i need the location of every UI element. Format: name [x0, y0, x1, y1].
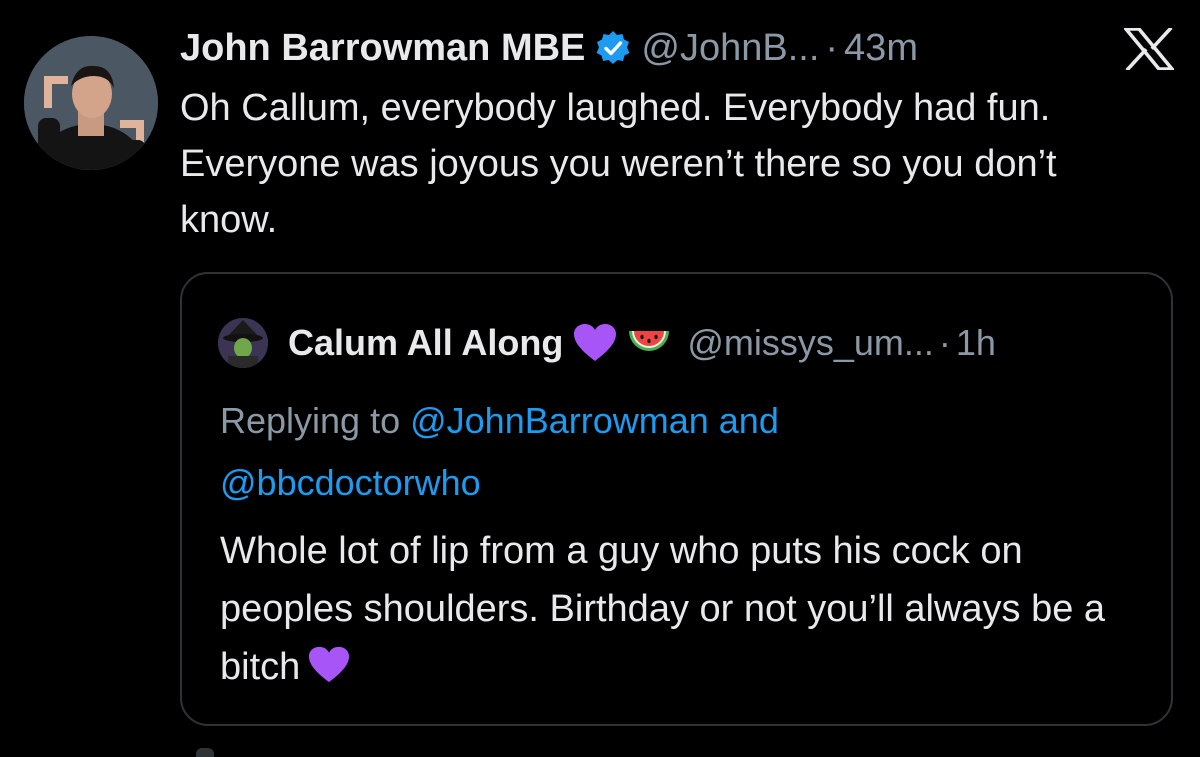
mention-johnbarrowman[interactable]: @JohnBarrowman — [410, 400, 709, 441]
quoted-avatar-photo-icon — [218, 318, 268, 368]
author-name[interactable]: John Barrowman MBE — [180, 24, 585, 72]
tweet-text: Oh Callum, everybody laughed. Everybody … — [180, 87, 1057, 241]
replying-to-line: Replying to @JohnBarrowman and @bbcdoctor… — [220, 390, 1140, 514]
purple-heart-icon — [573, 323, 617, 363]
quoted-header-separator: · — [938, 322, 951, 363]
author-avatar[interactable] — [24, 36, 158, 170]
replying-and-word: and — [708, 400, 779, 441]
quoted-author-name[interactable]: Calum All Along — [288, 322, 563, 364]
avatar-photo-icon — [24, 36, 158, 170]
quoted-tweet-body: Whole lot of lip from a guy who puts his… — [220, 530, 1106, 688]
verified-badge-icon — [595, 30, 631, 66]
replying-prefix: Replying to — [220, 400, 411, 441]
quoted-tweet-text: Whole lot of lip from a guy who puts his… — [220, 522, 1150, 696]
mention-bbcdoctorwho[interactable]: @bbcdoctorwho — [220, 462, 481, 503]
header-separator: · — [825, 27, 839, 69]
tweet-timestamp[interactable]: 43m — [844, 24, 918, 72]
reply-icon-partial — [196, 748, 214, 757]
quoted-author-handle[interactable]: @missys_um... — [687, 322, 934, 364]
quoted-tweet-card[interactable]: Calum All Along @missys_um... · 1h Reply… — [180, 272, 1173, 726]
x-logo-icon[interactable] — [1122, 26, 1176, 72]
quoted-author-avatar[interactable] — [218, 318, 268, 368]
author-handle[interactable]: @JohnB... — [641, 24, 819, 72]
purple-heart-icon — [308, 644, 350, 684]
quoted-tweet-timestamp[interactable]: 1h — [956, 322, 996, 364]
tweet-header: John Barrowman MBE @JohnB... · 43m — [180, 24, 918, 72]
quoted-tweet-header: Calum All Along @missys_um... · 1h — [218, 318, 996, 368]
watermelon-icon — [627, 323, 671, 363]
